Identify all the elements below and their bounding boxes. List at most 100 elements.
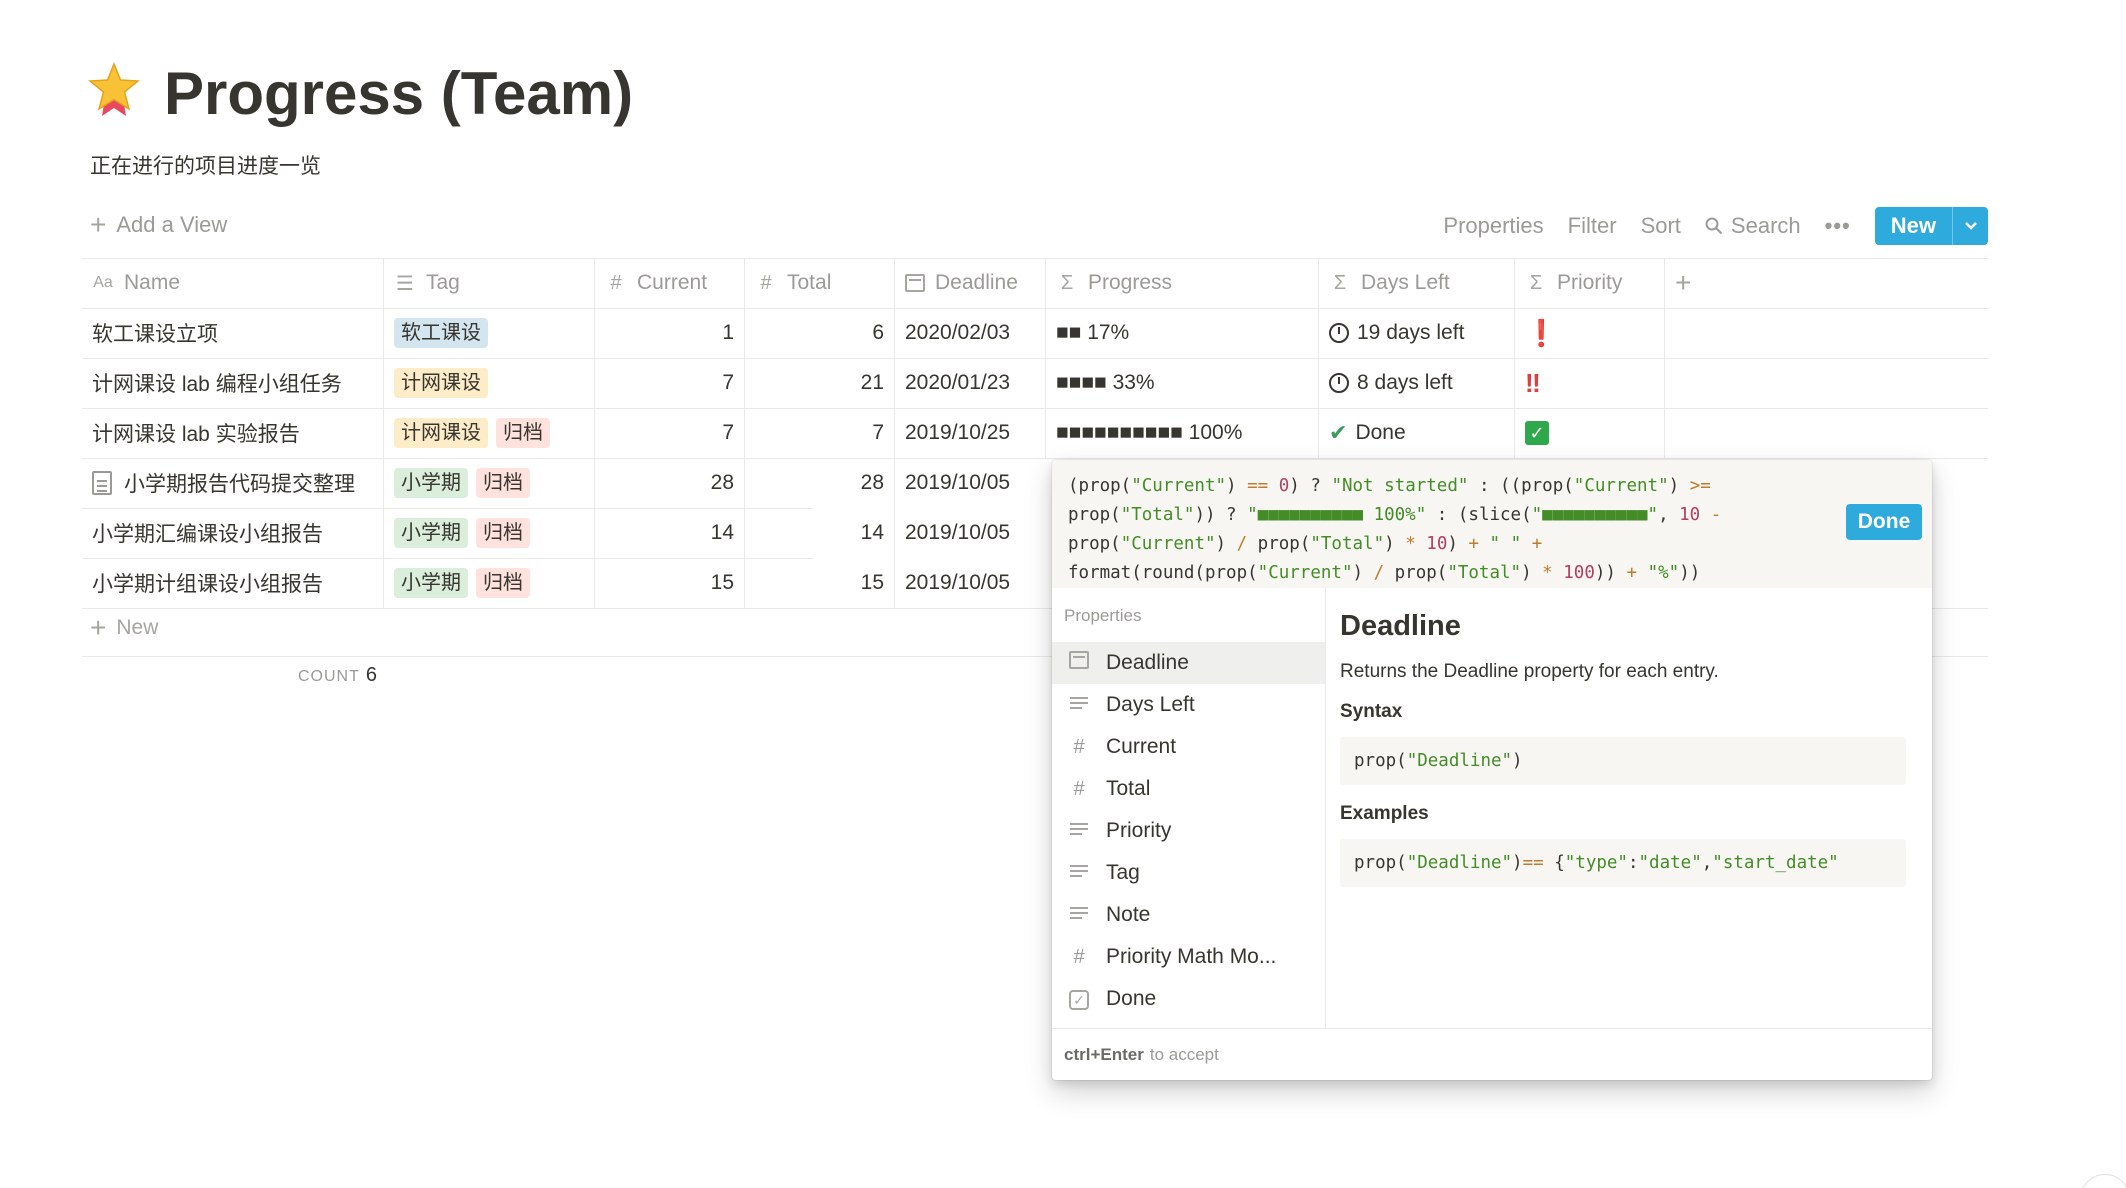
row-total[interactable]: 21 [745,358,895,408]
row-deadline[interactable]: 2019/10/05 [895,458,1046,508]
row-name[interactable]: 小学期计组课设小组报告 [82,558,384,608]
hash-icon: # [1073,735,1085,758]
properties-button[interactable]: Properties [1443,213,1543,239]
new-dropdown-button[interactable] [1952,207,1988,245]
add-row-label: New [116,616,159,639]
row-current[interactable]: 7 [595,408,745,458]
row-tags[interactable]: 小学期 归档 [384,458,595,508]
row-current[interactable]: 14 [595,508,745,558]
tag-badge: 归档 [476,468,530,498]
row-tags[interactable]: 小学期 归档 [384,558,595,608]
row-progress[interactable]: ■■■■■■■■■■ 100% [1046,408,1319,458]
checkbox-done-icon: ✓ [1525,421,1549,445]
text-type-icon: Aa [93,274,113,291]
row-priority[interactable]: ‼ [1515,358,1665,408]
row-deadline[interactable]: 2020/01/23 [895,358,1046,408]
column-header-current[interactable]: # Current [595,258,745,308]
property-item-note[interactable]: Note [1052,894,1325,936]
row-current[interactable]: 28 [595,458,745,508]
syntax-code: prop("Deadline") [1340,737,1906,785]
property-item-priority-math[interactable]: # Priority Math Mo... [1052,936,1325,978]
search-icon [1705,217,1723,235]
document-icon [92,471,112,495]
row-tags[interactable]: 计网课设 归档 [384,408,595,458]
column-header-total[interactable]: # Total [745,258,895,308]
table-row[interactable]: 小学期报告代码提交整理 小学期 归档 28 28 2019/10/05 [82,458,1046,508]
row-days-left[interactable]: ✔ Done [1319,408,1515,458]
row-deadline[interactable]: 2020/02/03 [895,308,1046,358]
property-item-priority[interactable]: Priority [1052,810,1325,852]
row-name[interactable]: 计网课设 lab 编程小组任务 [82,358,384,408]
property-item-tag[interactable]: Tag [1052,852,1325,894]
row-current[interactable]: 15 [595,558,745,608]
plus-icon: + [90,209,107,240]
tag-badge: 归档 [476,518,530,548]
detail-description: Returns the Deadline property for each e… [1340,661,1719,682]
row-current[interactable]: 7 [595,358,745,408]
filter-button[interactable]: Filter [1568,213,1617,239]
row-tags[interactable]: 计网课设 [384,358,595,408]
row-total[interactable]: 7 [745,408,895,458]
properties-list: Properties Deadline Days Left # Current #… [1052,588,1326,1028]
checkbox-icon: ✓ [1069,990,1089,1010]
property-item-days-left[interactable]: Days Left [1052,684,1325,726]
column-header-deadline[interactable]: Deadline [895,258,1046,308]
row-deadline[interactable]: 2019/10/25 [895,408,1046,458]
column-header-progress[interactable]: Σ Progress [1046,258,1319,308]
tag-badge: 归档 [476,568,530,598]
property-item-done[interactable]: ✓ Done [1052,978,1325,1020]
search-button[interactable]: Search [1705,213,1801,239]
row-priority[interactable]: ✓ [1515,408,1665,458]
row-total[interactable]: 28 [745,458,895,508]
page-title: Progress (Team) [164,60,634,127]
row-name[interactable]: 软工课设立项 [82,308,384,358]
page-description: 正在进行的项目进度一览 [90,155,321,178]
tag-badge: 小学期 [394,518,468,548]
table-row[interactable]: 小学期汇编课设小组报告 小学期 归档 14 14 2019/10/05 [82,508,1046,558]
add-row-button[interactable]: + New [90,614,159,642]
add-column-button[interactable]: + [1665,258,1988,308]
table-header-row: Aa Name ☰ Tag # Current # Total Deadline Σ Pr… [82,258,1988,308]
text-lines-icon [1070,864,1088,879]
table-row[interactable]: 计网课设 lab 实验报告 计网课设 归档 7 7 2019/10/25 ■■■■… [82,408,1988,458]
column-header-tag[interactable]: ☰ Tag [384,258,595,308]
table-row[interactable]: 小学期计组课设小组报告 小学期 归档 15 15 2019/10/05 [82,558,1046,608]
row-total[interactable]: 6 [745,308,895,358]
more-options-button[interactable]: ••• [1825,213,1851,239]
tag-badge: 小学期 [394,468,468,498]
tag-badge: 计网课设 [394,368,488,398]
row-tags[interactable]: 小学期 归档 [384,508,595,558]
column-header-priority[interactable]: Σ Priority [1515,258,1665,308]
table-row[interactable]: 软工课设立项 软工课设 1 6 2020/02/03 ■■ 17% 19 day… [82,308,1988,358]
done-button[interactable]: Done [1846,504,1922,540]
row-deadline[interactable]: 2019/10/05 [895,508,1046,558]
property-item-deadline[interactable]: Deadline [1052,642,1325,684]
count-footer[interactable]: COUNT 6 [298,664,377,687]
sort-button[interactable]: Sort [1641,213,1681,239]
row-tags[interactable]: 软工课设 [384,308,595,358]
row-days-left[interactable]: 8 days left [1319,358,1515,408]
row-total[interactable]: 15 [745,558,895,608]
row-name[interactable]: 小学期报告代码提交整理 [82,458,384,508]
row-name[interactable]: 计网课设 lab 实验报告 [82,408,384,458]
property-item-current[interactable]: # Current [1052,726,1325,768]
new-button[interactable]: New [1875,207,1952,245]
row-total[interactable]: 14 [745,508,895,558]
row-priority[interactable]: ❗ [1515,308,1665,358]
timer-icon [1329,323,1349,343]
table-row[interactable]: 计网课设 lab 编程小组任务 计网课设 7 21 2020/01/23 ■■■… [82,358,1988,408]
row-progress[interactable]: ■■ 17% [1046,308,1319,358]
row-deadline[interactable]: 2019/10/05 [895,558,1046,608]
help-button[interactable] [2080,1174,2126,1188]
add-view-button[interactable]: + Add a View [90,209,227,240]
row-current[interactable]: 1 [595,308,745,358]
formula-input[interactable]: (prop("Current") == 0) ? "Not started" :… [1052,460,1932,588]
property-item-total[interactable]: # Total [1052,768,1325,810]
column-header-name[interactable]: Aa Name [82,258,384,308]
row-name[interactable]: 小学期汇编课设小组报告 [82,508,384,558]
column-header-days-left[interactable]: Σ Days Left [1319,258,1515,308]
timer-icon [1329,373,1349,393]
row-days-left[interactable]: 19 days left [1319,308,1515,358]
row-progress[interactable]: ■■■■ 33% [1046,358,1319,408]
hash-icon: # [1073,777,1085,800]
